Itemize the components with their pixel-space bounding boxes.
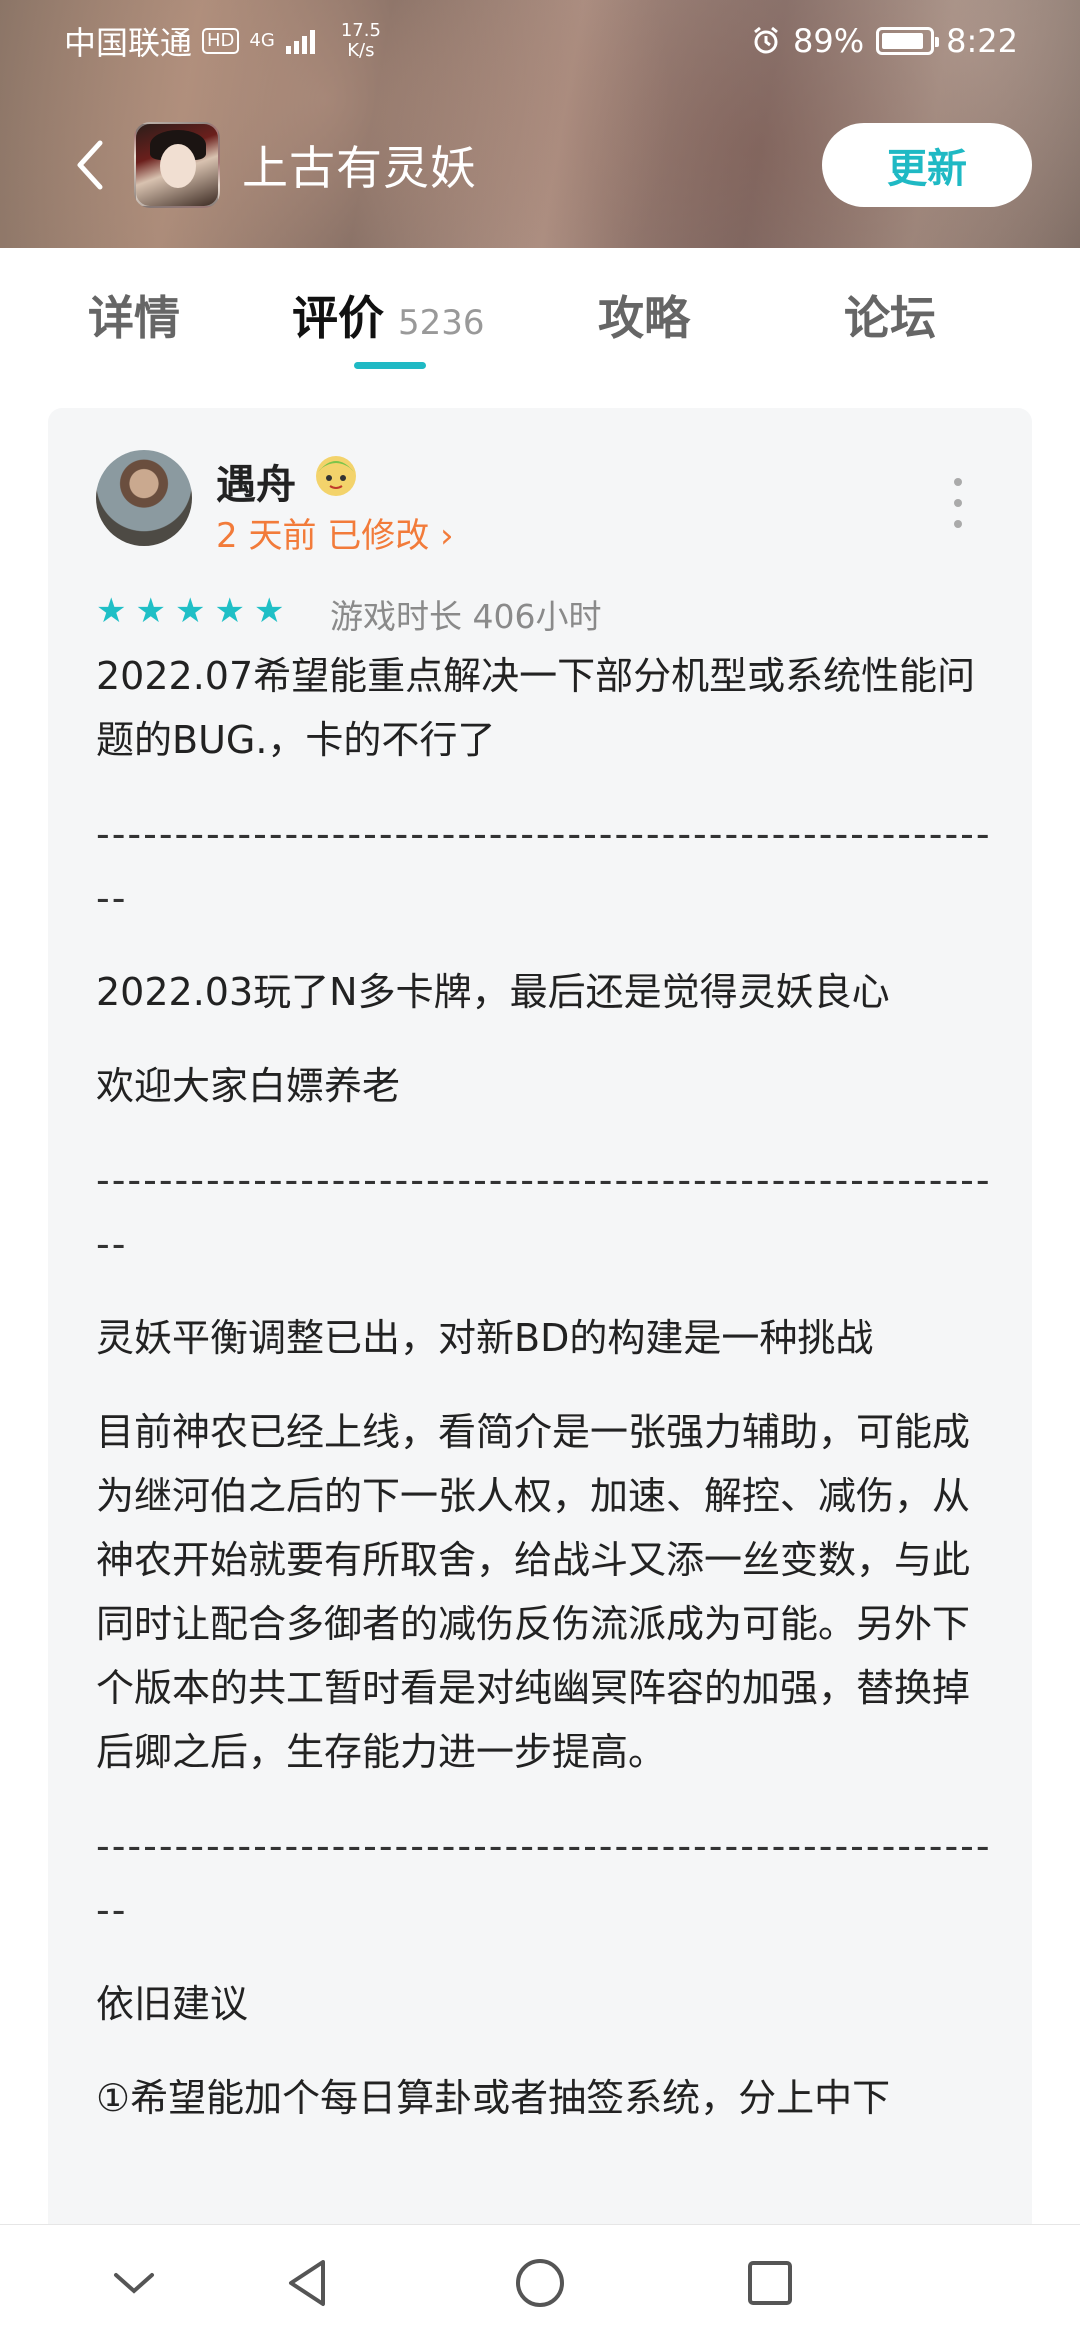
reviews-count: 5236 [398,303,485,343]
app-icon[interactable] [134,122,220,208]
hd-badge: HD [202,28,240,54]
tab-forum[interactable]: 论坛 [844,282,936,348]
tab-details[interactable]: 详情 [88,282,180,348]
status-bar: 中国联通 HD 4G 17.5 K/s 89% 8:22 [0,0,1080,82]
network-type-label: 4G [249,30,275,51]
back-arrow-icon [77,140,103,190]
review-paragraph: 依旧建议 [96,1982,249,2026]
star-icon: ★ [214,591,245,631]
system-nav-bar [0,2224,1080,2340]
nav-collapse-button[interactable] [106,2255,162,2311]
alarm-icon [754,26,778,54]
review-paragraph: ①希望能加个每日算卦或者抽签系统，分上中下 [96,2076,891,2120]
star-icon: ★ [135,591,166,631]
battery-icon [876,27,940,55]
review-paragraph: 欢迎大家白嫖养老 [96,1064,401,1108]
star-rating: ★ ★ ★ ★ ★ [96,594,284,628]
triangle-back-icon [289,2260,325,2306]
nav-home-button[interactable] [512,2255,568,2311]
tab-active-indicator [354,362,426,369]
review-card[interactable]: 遇舟 2 天前 已修改 › ★ ★ ★ ★ ★ 游戏时长 406小时 2022.07希望… [48,408,1032,2340]
star-icon: ★ [174,591,206,631]
star-icon: ★ [96,591,127,631]
chevron-down-icon [114,2273,154,2294]
review-content: 2022.07希望能重点解决一下部分机型或系统性能问题的BUG.，卡的不行了 --… [96,644,996,2160]
nav-recents-button[interactable] [742,2255,798,2311]
app-header: 中国联通 HD 4G 17.5 K/s 89% 8:22 上古有灵妖 更新 [0,0,1080,248]
review-paragraph: 2022.07希望能重点解决一下部分机型或系统性能问题的BUG.，卡的不行了 [96,654,976,762]
battery-level [882,33,924,49]
avatar[interactable] [96,450,192,546]
tab-guides[interactable]: 攻略 [598,282,690,348]
app-title: 上古有灵妖 [242,141,477,195]
review-paragraph: 目前神农已经上线，看简介是一张强力辅助，可能成为继河伯之后的下一张人权，加速、解… [96,1410,971,1774]
battery-percent: 89% [793,22,865,60]
review-paragraph: 2022.03玩了N多卡牌，最后还是觉得灵妖良心 [96,970,890,1014]
circle-home-icon [516,2259,564,2307]
clock: 8:22 [946,22,1018,60]
net-speed-value: 17.5 [340,20,381,41]
review-paragraph: 灵妖平衡调整已出，对新BD的构建是一种挑战 [96,1316,874,1360]
separator-line: ----------------------------------------… [96,1824,992,1932]
username[interactable]: 遇舟 [216,452,296,510]
square-recents-icon [748,2261,792,2305]
separator-line: ----------------------------------------… [96,1158,992,1266]
tab-reviews[interactable]: 评价 5236 [292,282,485,348]
net-speed: 17.5 K/s [341,21,381,61]
review-time[interactable]: 2 天前 已修改 › [216,508,454,557]
separator-line: ----------------------------------------… [96,812,992,920]
title-row: 上古有灵妖 更新 [0,120,1080,210]
tab-bar: 详情 评价 5236 攻略 论坛 [0,248,1080,388]
net-speed-unit: K/s [347,40,375,61]
carrier-label: 中国联通 [64,24,193,62]
star-icon: ★ [253,591,285,631]
more-options-icon[interactable] [948,478,968,528]
tab-reviews-label: 评价 [292,291,384,345]
nav-back-button[interactable] [280,2255,336,2311]
playtime: 游戏时长 406小时 [330,597,602,636]
user-level-badge-icon [316,456,356,496]
signal-icon [285,30,315,54]
back-button[interactable] [64,135,114,195]
update-button[interactable]: 更新 [822,123,1032,207]
